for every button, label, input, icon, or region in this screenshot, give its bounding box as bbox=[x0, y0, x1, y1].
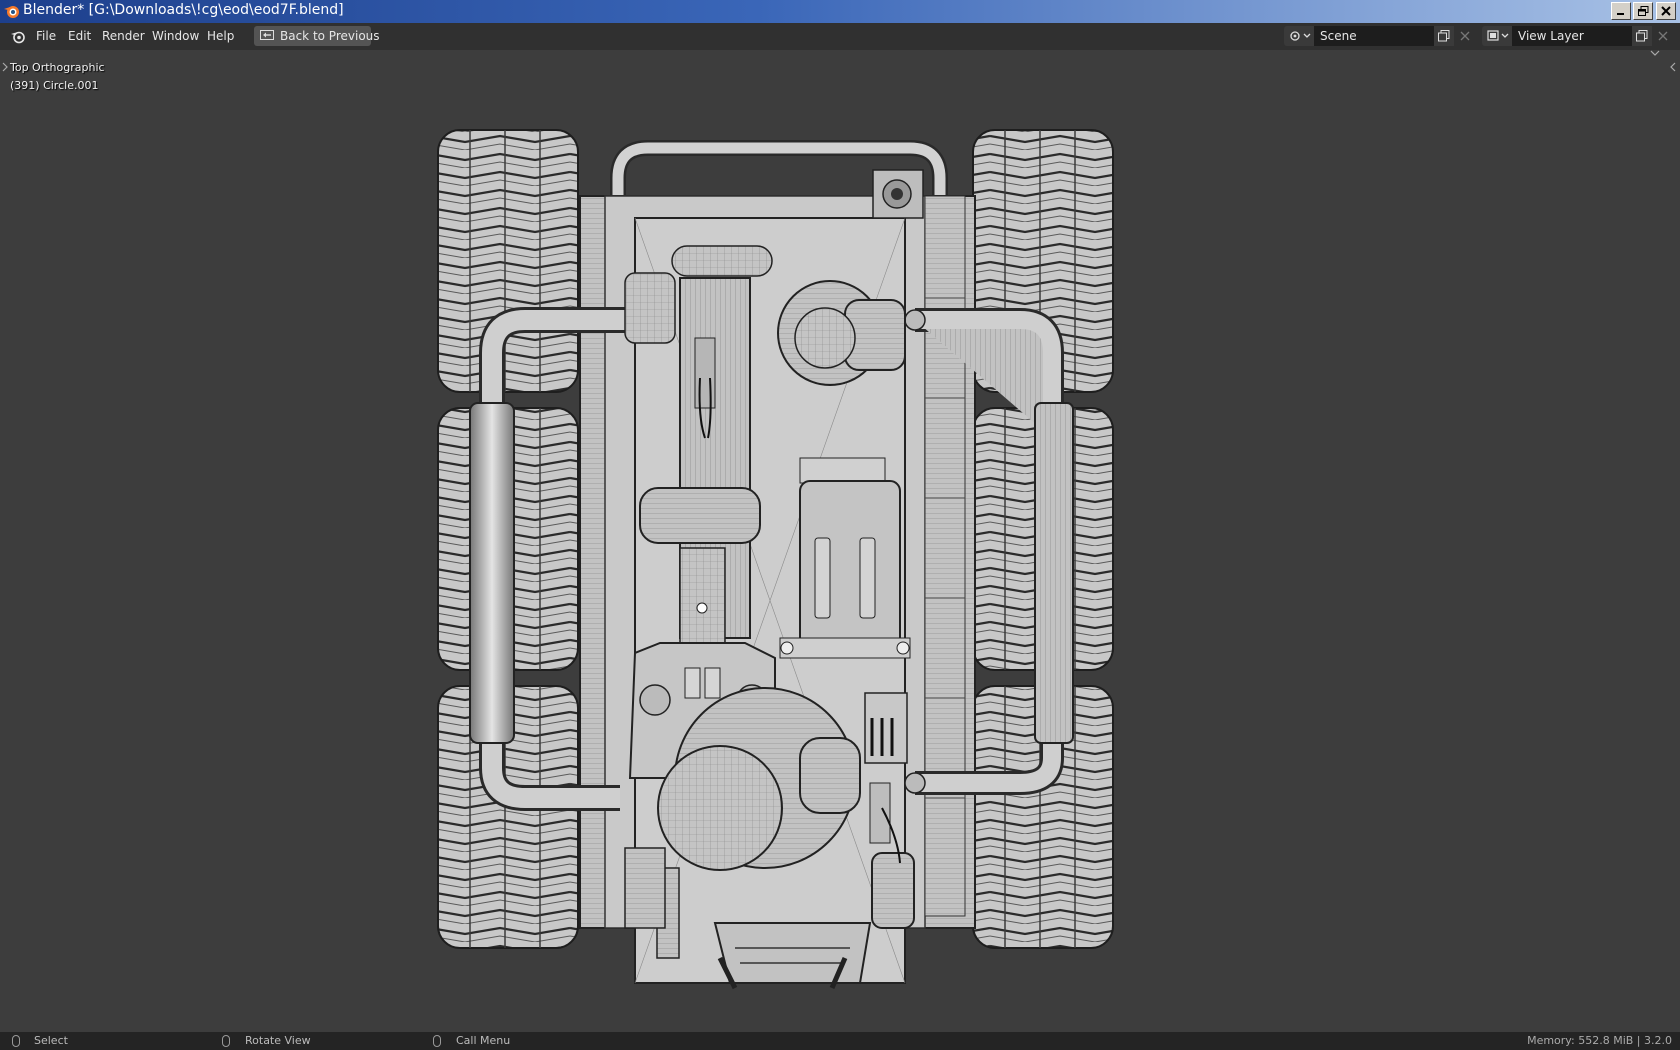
window-titlebar: Blender* [G:\Downloads\!cg\eod\eod7F.ble… bbox=[0, 0, 1680, 23]
close-icon bbox=[1661, 6, 1671, 16]
memory-readout: Memory: 552.8 MiB | 3.2.0 bbox=[1527, 1034, 1672, 1047]
scene-name-value: Scene bbox=[1320, 29, 1357, 43]
sidebar-expand-icon[interactable] bbox=[1669, 62, 1677, 72]
screen-back-icon bbox=[260, 30, 274, 40]
back-to-previous-button[interactable]: Back to Previous bbox=[254, 26, 380, 46]
status-call-menu: Call Menu bbox=[456, 1034, 511, 1047]
restore-button[interactable] bbox=[1633, 2, 1653, 20]
3d-viewport[interactable]: Top Orthographic (391) Circle.001 bbox=[0, 50, 1680, 1032]
render-layers-icon bbox=[1487, 30, 1509, 41]
minimize-button[interactable] bbox=[1611, 2, 1631, 20]
battery-box bbox=[779, 457, 911, 659]
delete-view-layer-button[interactable] bbox=[1654, 26, 1672, 46]
menu-render[interactable]: Render bbox=[102, 29, 145, 43]
window-title: Blender* [G:\Downloads\!cg\eod\eod7F.ble… bbox=[23, 2, 344, 18]
menu-file[interactable]: File bbox=[36, 29, 56, 43]
close-window-button[interactable] bbox=[1656, 2, 1676, 20]
scene-icon bbox=[1290, 31, 1311, 41]
delete-scene-button[interactable] bbox=[1456, 26, 1474, 46]
scene-name-field[interactable]: Scene bbox=[1314, 26, 1434, 46]
view-name-label: Top Orthographic bbox=[10, 61, 105, 74]
header-collapse-icon[interactable] bbox=[1650, 49, 1660, 57]
active-object-label: (391) Circle.001 bbox=[10, 79, 99, 92]
view-layer-browse-button[interactable] bbox=[1482, 26, 1512, 46]
menu-window[interactable]: Window bbox=[152, 29, 199, 43]
status-select: Select bbox=[34, 1034, 68, 1047]
blender-logo-icon bbox=[4, 6, 19, 18]
new-view-layer-button[interactable] bbox=[1632, 26, 1652, 46]
robot-vehicle-mesh[interactable] bbox=[430, 78, 1150, 998]
minimize-icon bbox=[1617, 13, 1624, 15]
status-rotate-view: Rotate View bbox=[245, 1034, 311, 1047]
close-icon bbox=[1658, 31, 1668, 41]
mouse-left-icon bbox=[12, 1035, 20, 1047]
scene-browse-button[interactable] bbox=[1284, 26, 1314, 46]
menu-edit[interactable]: Edit bbox=[68, 29, 91, 43]
mouse-right-icon bbox=[433, 1035, 441, 1047]
toolbar-expand-icon[interactable] bbox=[1, 62, 9, 72]
menu-help[interactable]: Help bbox=[207, 29, 234, 43]
duplicate-icon bbox=[1438, 30, 1450, 42]
restore-icon bbox=[1638, 6, 1649, 16]
new-scene-button[interactable] bbox=[1434, 26, 1454, 46]
top-menubar: File Edit Render Window Help Back to Pre… bbox=[0, 23, 1680, 50]
back-button-label: Back to Previous bbox=[280, 29, 380, 43]
viewport-info-overlay: Top Orthographic (391) Circle.001 bbox=[10, 59, 105, 95]
close-icon bbox=[1460, 31, 1470, 41]
mouse-middle-icon bbox=[222, 1035, 230, 1047]
view-layer-name-value: View Layer bbox=[1518, 29, 1584, 43]
duplicate-icon bbox=[1636, 30, 1648, 42]
status-bar: Select Rotate View Call Menu Memory: 552… bbox=[0, 1032, 1680, 1050]
view-layer-name-field[interactable]: View Layer bbox=[1512, 26, 1632, 46]
blender-menu-icon[interactable] bbox=[10, 29, 26, 45]
